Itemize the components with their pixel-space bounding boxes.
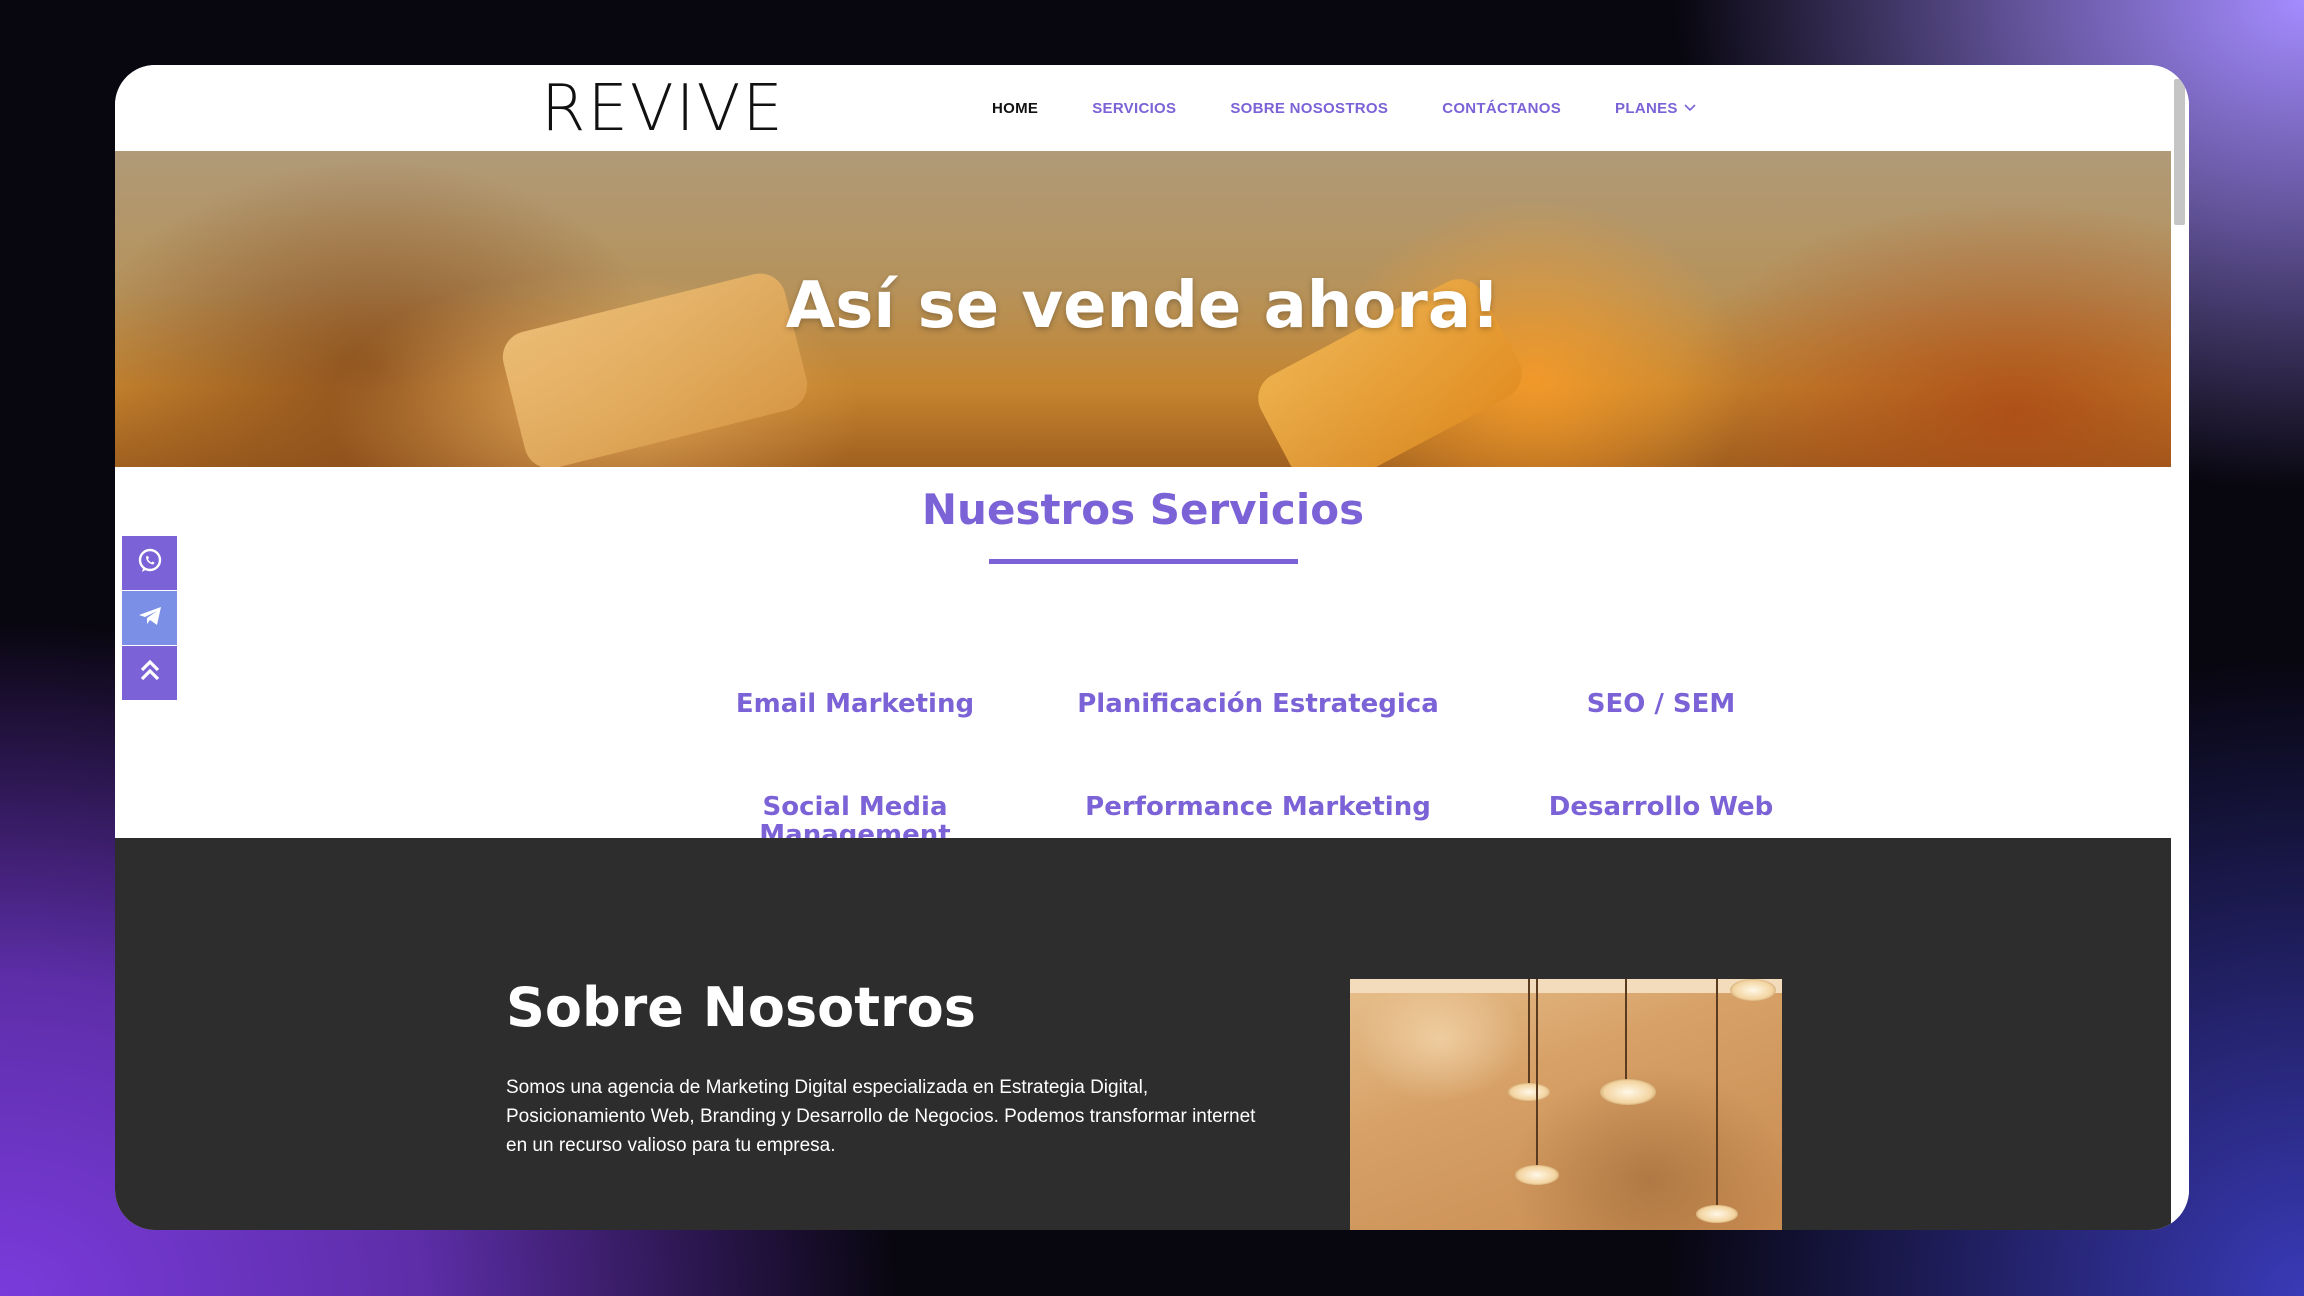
whatsapp-button[interactable] bbox=[122, 536, 177, 590]
about-section: Sobre Nosotros Somos una agencia de Mark… bbox=[115, 838, 2171, 1230]
nav-servicios[interactable]: SERVICIOS bbox=[1092, 100, 1176, 117]
nav-planes[interactable]: PLANES bbox=[1615, 100, 1696, 117]
service-desarrollo-web[interactable]: Desarrollo Web bbox=[1461, 793, 1861, 821]
about-image bbox=[1350, 979, 1782, 1230]
site-logo[interactable]: REVIVE bbox=[541, 71, 785, 147]
telegram-icon bbox=[136, 602, 164, 634]
service-seo-sem[interactable]: SEO / SEM bbox=[1461, 690, 1861, 718]
hero-banner: Así se vende ahora! bbox=[115, 151, 2171, 467]
scroll-top-button[interactable] bbox=[122, 646, 177, 700]
service-planificacion-estrategica[interactable]: Planificación Estrategica bbox=[1058, 690, 1458, 718]
services-section: Nuestros Servicios Email Marketing Plani… bbox=[115, 467, 2171, 849]
services-title: Nuestros Servicios bbox=[921, 485, 1365, 534]
nav-planes-label: PLANES bbox=[1615, 99, 1678, 117]
nav-sobre-nosotros[interactable]: SOBRE NOSOSTROS bbox=[1230, 100, 1388, 117]
chevrons-up-icon bbox=[138, 658, 162, 688]
hero-title: Así se vende ahora! bbox=[785, 269, 1501, 343]
nav-sobre-nosotros-label: SOBRE NOSOSTROS bbox=[1230, 99, 1389, 117]
nav-contactanos[interactable]: CONTÁCTANOS bbox=[1442, 100, 1561, 117]
scrollbar-thumb[interactable] bbox=[2174, 79, 2185, 225]
about-title: Sobre Nosotros bbox=[506, 976, 976, 1039]
nav-servicios-label: SERVICIOS bbox=[1092, 99, 1177, 117]
about-text: Somos una agencia de Marketing Digital e… bbox=[506, 1077, 1256, 1156]
page-scrollbar[interactable] bbox=[2171, 65, 2189, 1230]
whatsapp-icon bbox=[136, 547, 164, 579]
floating-social-bar bbox=[122, 536, 177, 701]
browser-window: REVIVE HOME SERVICIOS SOBRE NOSOSTROS CO… bbox=[115, 65, 2189, 1230]
chevron-down-icon bbox=[1684, 101, 1696, 115]
telegram-button[interactable] bbox=[122, 591, 177, 645]
nav-home[interactable]: HOME bbox=[992, 100, 1038, 117]
service-email-marketing[interactable]: Email Marketing bbox=[655, 690, 1055, 718]
main-nav: HOME SERVICIOS SOBRE NOSOSTROS CONTÁCTAN… bbox=[992, 65, 1750, 151]
nav-home-label: HOME bbox=[992, 99, 1039, 117]
nav-contactanos-label: CONTÁCTANOS bbox=[1442, 99, 1562, 117]
site-header: REVIVE HOME SERVICIOS SOBRE NOSOSTROS CO… bbox=[115, 65, 2171, 151]
services-underline bbox=[989, 559, 1298, 564]
service-performance-marketing[interactable]: Performance Marketing bbox=[1058, 793, 1458, 821]
page-content: REVIVE HOME SERVICIOS SOBRE NOSOSTROS CO… bbox=[115, 65, 2171, 1230]
